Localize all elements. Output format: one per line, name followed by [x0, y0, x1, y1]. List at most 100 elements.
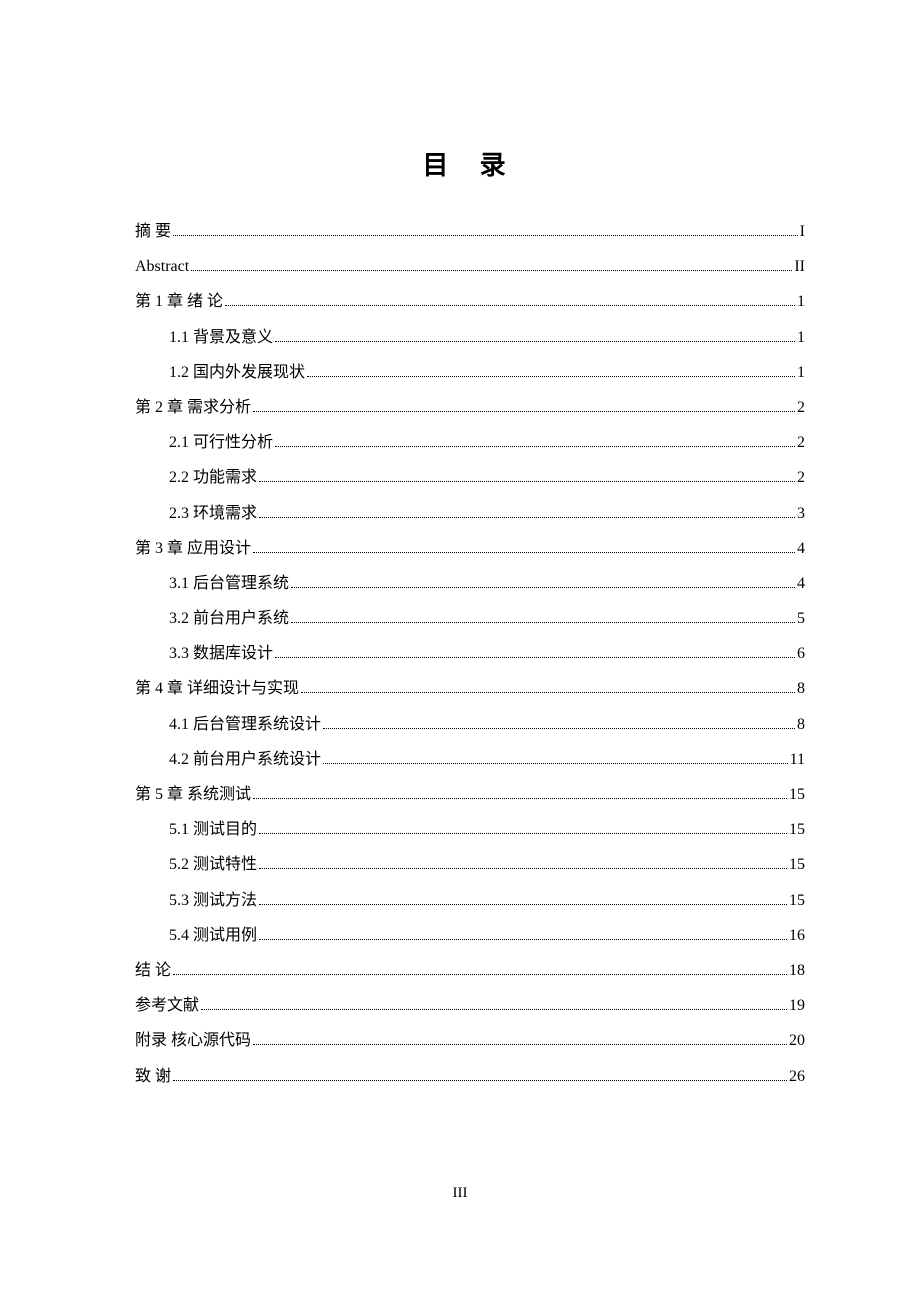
toc-entry: 第 3 章 应用设计 4 [135, 531, 805, 566]
toc-entry: 5.3 测试方法 15 [135, 883, 805, 918]
toc-entry-page: 20 [789, 1023, 805, 1058]
toc-leader-dots [323, 763, 788, 764]
toc-leader-dots [173, 235, 798, 236]
toc-entry: 摘 要I [135, 214, 805, 249]
toc-entry-label: 5.3 测试方法 [169, 883, 257, 918]
toc-entry-label: 4.1 后台管理系统设计 [169, 707, 321, 742]
toc-entry-label: 1.1 背景及意义 [169, 320, 273, 355]
toc-entry-page: 8 [797, 671, 805, 706]
toc-leader-dots [275, 446, 795, 447]
toc-entry: 3.1 后台管理系统 4 [135, 566, 805, 601]
toc-entry-page: 16 [789, 918, 805, 953]
toc-leader-dots [173, 974, 787, 975]
toc-entry: 1.2 国内外发展现状 1 [135, 355, 805, 390]
toc-entry-page: 8 [797, 707, 805, 742]
toc-entry: 5.4 测试用例16 [135, 918, 805, 953]
toc-entry: 第 2 章 需求分析2 [135, 390, 805, 425]
toc-entry: 3.2 前台用户系统 5 [135, 601, 805, 636]
toc-entry-page: 4 [797, 566, 805, 601]
toc-leader-dots [259, 904, 787, 905]
toc-entry: 结 论 18 [135, 953, 805, 988]
toc-leader-dots [301, 692, 795, 693]
toc-leader-dots [291, 587, 795, 588]
toc-entry: 致 谢 26 [135, 1059, 805, 1094]
toc-entry-label: 2.2 功能需求 [169, 460, 257, 495]
toc-entry: 参考文献 19 [135, 988, 805, 1023]
toc-leader-dots [253, 1044, 787, 1045]
toc-entry: 2.3 环境需求 3 [135, 496, 805, 531]
toc-leader-dots [191, 270, 792, 271]
toc-entry-label: 3.3 数据库设计 [169, 636, 273, 671]
toc-entry-label: 3.1 后台管理系统 [169, 566, 289, 601]
toc-list: 摘 要IAbstractII第 1 章 绪 论11.1 背景及意义11.2 国内… [135, 214, 805, 1094]
toc-entry-label: 第 5 章 系统测试 [135, 777, 251, 812]
toc-entry-page: 4 [797, 531, 805, 566]
toc-entry-label: 5.2 测试特性 [169, 847, 257, 882]
toc-entry: 第 1 章 绪 论 1 [135, 284, 805, 319]
toc-entry: Abstract II [135, 249, 805, 284]
toc-entry-page: 26 [789, 1059, 805, 1094]
toc-entry-label: 第 4 章 详细设计与实现 [135, 671, 299, 706]
toc-entry-page: II [794, 249, 805, 284]
toc-entry: 5.2 测试特性 15 [135, 847, 805, 882]
toc-entry-page: 2 [797, 425, 805, 460]
toc-entry: 1.1 背景及意义 1 [135, 320, 805, 355]
toc-entry-page: 2 [797, 460, 805, 495]
toc-leader-dots [275, 657, 795, 658]
toc-leader-dots [259, 939, 787, 940]
toc-entry-page: 5 [797, 601, 805, 636]
toc-entry: 2.1 可行性分析 2 [135, 425, 805, 460]
document-page: 目 录 摘 要IAbstractII第 1 章 绪 论11.1 背景及意义11.… [0, 0, 920, 1094]
toc-leader-dots [253, 411, 795, 412]
toc-entry-label: 摘 要 [135, 214, 171, 249]
toc-entry: 4.1 后台管理系统设计 8 [135, 707, 805, 742]
toc-entry: 3.3 数据库设计 6 [135, 636, 805, 671]
toc-leader-dots [173, 1080, 787, 1081]
toc-entry: 第 4 章 详细设计与实现 8 [135, 671, 805, 706]
toc-entry-label: 3.2 前台用户系统 [169, 601, 289, 636]
toc-leader-dots [225, 305, 795, 306]
toc-entry-page: 11 [790, 742, 805, 777]
toc-entry: 4.2 前台用户系统设计 11 [135, 742, 805, 777]
toc-entry: 5.1 测试目的 15 [135, 812, 805, 847]
toc-entry-page: 19 [789, 988, 805, 1023]
toc-entry-label: 附录 核心源代码 [135, 1023, 251, 1058]
toc-leader-dots [253, 552, 795, 553]
toc-entry-page: 15 [789, 883, 805, 918]
toc-leader-dots [275, 341, 795, 342]
toc-entry-page: 15 [789, 847, 805, 882]
toc-leader-dots [201, 1009, 787, 1010]
toc-entry-page: 1 [797, 284, 805, 319]
toc-entry-page: 18 [789, 953, 805, 988]
toc-entry-label: 致 谢 [135, 1059, 171, 1094]
toc-title: 目 录 [135, 145, 805, 182]
toc-entry-label: 第 3 章 应用设计 [135, 531, 251, 566]
toc-leader-dots [259, 517, 795, 518]
toc-entry: 附录 核心源代码 20 [135, 1023, 805, 1058]
toc-entry-label: 1.2 国内外发展现状 [169, 355, 305, 390]
toc-entry: 第 5 章 系统测试 15 [135, 777, 805, 812]
toc-entry-page: 15 [789, 777, 805, 812]
toc-entry-page: 1 [797, 355, 805, 390]
toc-entry-label: 结 论 [135, 953, 171, 988]
toc-leader-dots [259, 868, 787, 869]
toc-entry-page: I [800, 214, 805, 249]
toc-leader-dots [291, 622, 795, 623]
toc-entry-label: 参考文献 [135, 988, 199, 1023]
toc-entry-label: Abstract [135, 249, 189, 284]
toc-leader-dots [259, 481, 795, 482]
toc-entry-page: 15 [789, 812, 805, 847]
toc-entry-label: 2.1 可行性分析 [169, 425, 273, 460]
page-number: III [0, 1185, 920, 1202]
toc-entry-page: 6 [797, 636, 805, 671]
toc-leader-dots [323, 728, 795, 729]
toc-leader-dots [253, 798, 787, 799]
toc-entry-page: 2 [797, 390, 805, 425]
toc-entry-page: 1 [797, 320, 805, 355]
toc-entry-page: 3 [797, 496, 805, 531]
toc-leader-dots [259, 833, 787, 834]
toc-entry-label: 第 1 章 绪 论 [135, 284, 223, 319]
toc-entry-label: 2.3 环境需求 [169, 496, 257, 531]
toc-entry-label: 5.1 测试目的 [169, 812, 257, 847]
toc-entry-label: 4.2 前台用户系统设计 [169, 742, 321, 777]
